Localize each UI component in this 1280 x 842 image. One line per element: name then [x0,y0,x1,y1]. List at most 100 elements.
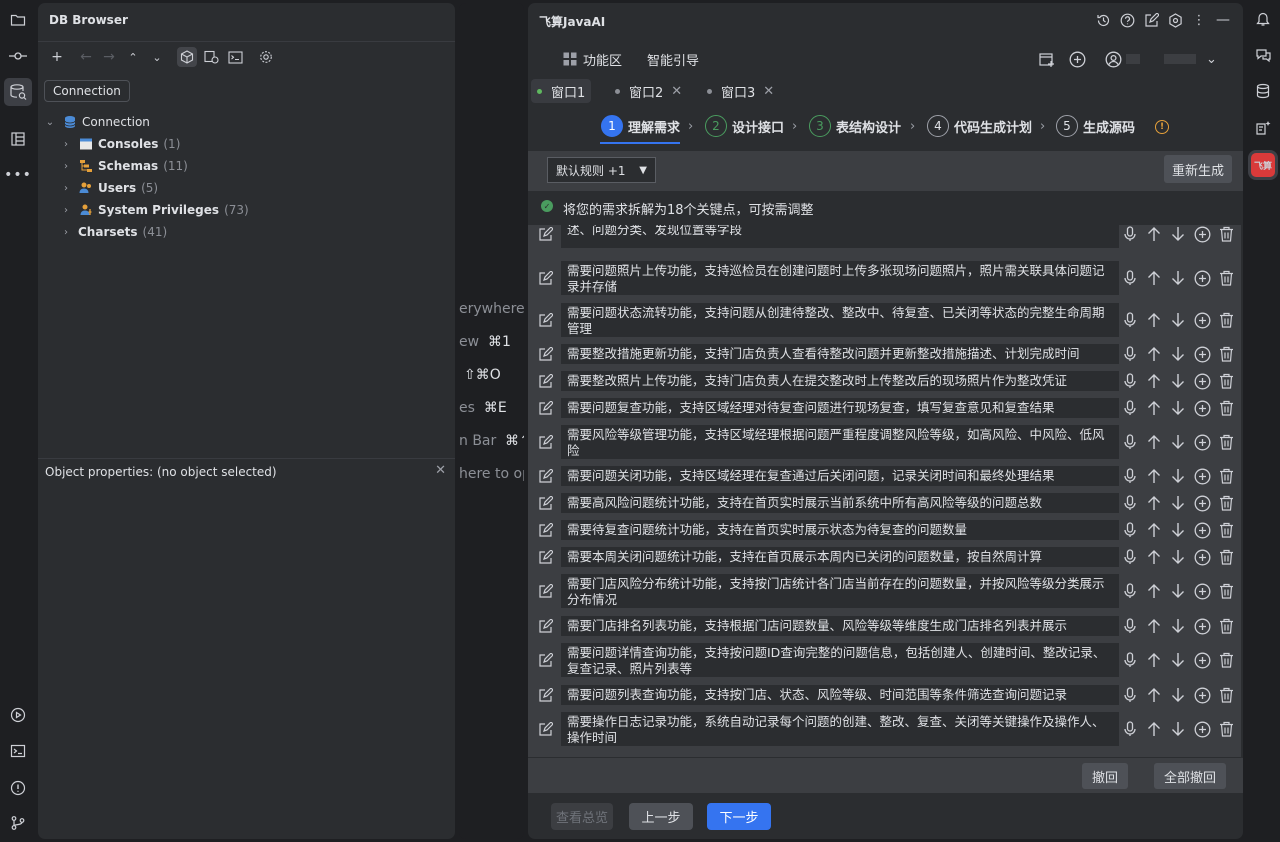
requirement-text[interactable]: 需要问题照片上传功能，支持巡检员在创建问题时上传多张现场问题照片，照片需关联具体… [561,261,1119,295]
arrow-up-icon[interactable] [1144,719,1164,739]
edit-icon[interactable] [537,270,553,286]
arrow-down-icon[interactable] [1168,685,1188,705]
chevron-down-icon[interactable]: ⌄ [44,117,56,128]
add-circle-icon[interactable] [1192,310,1212,330]
trash-icon[interactable] [1216,650,1236,670]
user-avatar[interactable]: ⌄ [1105,49,1217,69]
requirement-text[interactable]: 需要问题列表查询功能，支持按门店、状态、风险等级、时间范围等条件筛选查询问题记录 [561,685,1119,705]
tree-node-schemas[interactable]: › Schemas (11) [60,155,188,177]
edit-icon[interactable] [537,400,553,416]
undo-all-button[interactable]: 全部撤回 [1154,763,1227,789]
requirement-text[interactable]: 需要问题复查功能，支持区域经理对待复查问题进行现场复查，填写复查意见和复查结果 [561,398,1119,418]
folder-icon[interactable] [4,6,32,34]
add-circle-icon[interactable] [1192,685,1212,705]
mic-icon[interactable] [1120,466,1140,486]
requirement-text[interactable]: 需要操作日志记录功能，系统自动记录每个问题的创建、整改、复查、关闭等关键操作及操… [561,712,1119,746]
arrow-up-icon[interactable] [1144,520,1164,540]
mic-icon[interactable] [1120,268,1140,288]
trash-icon[interactable] [1216,493,1236,513]
add-circle-icon[interactable] [1192,268,1212,288]
requirement-text[interactable]: 需要整改照片上传功能，支持门店负责人在提交整改时上传整改后的现场照片作为整改凭证 [561,371,1119,391]
requirement-text[interactable]: 需要问题状态流转功能，支持问题从创建待整改、整改中、待复查、已关闭等状态的完整生… [561,303,1119,337]
add-circle-icon[interactable] [1192,225,1212,244]
mic-icon[interactable] [1120,581,1140,601]
rule-select[interactable]: 默认规则 +1 ▼ [547,157,656,183]
mic-icon[interactable] [1120,432,1140,452]
notifications-icon[interactable] [1250,6,1276,32]
chevron-right-icon[interactable]: › [60,183,72,194]
arrow-down-icon[interactable] [1168,225,1188,244]
edit-icon[interactable] [537,687,553,703]
edit-icon[interactable] [537,312,553,328]
arrow-up-icon[interactable] [1144,268,1164,288]
edit-icon[interactable] [537,495,553,511]
requirement-text[interactable]: 需要整改措施更新功能，支持门店负责人查看待整改问题并更新整改措施描述、计划完成时… [561,344,1119,364]
arrow-up-icon[interactable] [1144,371,1164,391]
arrow-up-icon[interactable] [1144,310,1164,330]
arrow-down-icon[interactable] [1168,310,1188,330]
run-icon[interactable] [4,701,32,729]
minimize-icon[interactable]: — [1214,11,1232,29]
step-1[interactable]: 1 理解需求 [601,115,680,137]
git-icon[interactable] [4,809,32,837]
add-circle-icon[interactable] [1192,398,1212,418]
arrow-up-icon[interactable] [1144,398,1164,418]
warning-icon[interactable]: ! [1155,120,1169,134]
next-step-button[interactable]: 下一步 [707,803,771,830]
menu-features[interactable]: 功能区 [563,49,622,69]
trash-icon[interactable] [1216,398,1236,418]
chevron-right-icon[interactable]: › [60,227,72,238]
arrow-up-icon[interactable] [1144,547,1164,567]
edit-icon[interactable] [537,468,553,484]
trash-icon[interactable] [1216,685,1236,705]
settings-icon[interactable] [256,47,276,67]
tab-window-3[interactable]: 窗口3 ✕ [701,79,780,103]
mic-icon[interactable] [1120,685,1140,705]
tree-node-charsets[interactable]: › Charsets (41) [60,221,167,243]
prev-step-button[interactable]: 上一步 [629,803,693,830]
requirement-text[interactable]: 需要问题详情查询功能，支持按问题ID查询完整的问题信息，包括创建人、创建时间、整… [561,643,1119,677]
collapse-icon[interactable]: ⌄ [147,47,167,67]
expand-icon[interactable]: ⌃ [123,47,143,67]
add-circle-icon[interactable] [1192,650,1212,670]
tab-window-2[interactable]: 窗口2 ✕ [609,79,688,103]
mic-icon[interactable] [1120,310,1140,330]
ai-chat-icon[interactable] [1250,42,1276,68]
trash-icon[interactable] [1216,719,1236,739]
trash-icon[interactable] [1216,432,1236,452]
undo-button[interactable]: 撤回 [1082,763,1129,789]
chevron-right-icon[interactable]: › [60,205,72,216]
arrow-down-icon[interactable] [1168,650,1188,670]
trash-icon[interactable] [1216,310,1236,330]
terminal-icon[interactable] [4,737,32,765]
trash-icon[interactable] [1216,520,1236,540]
step-3[interactable]: 3 表结构设计 [809,115,901,137]
edit-icon[interactable] [537,373,553,389]
ai-assistant-icon[interactable] [1250,115,1276,141]
add-circle-icon[interactable] [1192,432,1212,452]
arrow-up-icon[interactable] [1144,344,1164,364]
tree-node-connection[interactable]: ⌄ Connection [44,111,150,133]
step-4[interactable]: 4 代码生成计划 [927,115,1032,137]
arrow-up-icon[interactable] [1144,225,1164,244]
mic-icon[interactable] [1120,650,1140,670]
edit-icon[interactable] [537,721,553,737]
new-window-icon[interactable] [1039,49,1055,69]
arrow-down-icon[interactable] [1168,719,1188,739]
trash-icon[interactable] [1216,547,1236,567]
forward-icon[interactable]: → [99,47,119,67]
arrow-down-icon[interactable] [1168,520,1188,540]
arrow-down-icon[interactable] [1168,547,1188,567]
requirement-text[interactable]: 述、问题分类、发现位置等字段 [561,225,1119,248]
close-icon[interactable]: ✕ [671,84,682,99]
console-icon[interactable] [225,47,245,67]
add-circle-icon[interactable] [1192,493,1212,513]
add-icon[interactable]: + [47,47,67,67]
edit-icon[interactable] [537,618,553,634]
add-circle-icon[interactable] [1192,466,1212,486]
mic-icon[interactable] [1120,547,1140,567]
chevron-right-icon[interactable]: › [60,139,72,150]
chevron-right-icon[interactable]: › [60,161,72,172]
trash-icon[interactable] [1216,268,1236,288]
more-vertical-icon[interactable]: ⋮ [1190,11,1208,29]
